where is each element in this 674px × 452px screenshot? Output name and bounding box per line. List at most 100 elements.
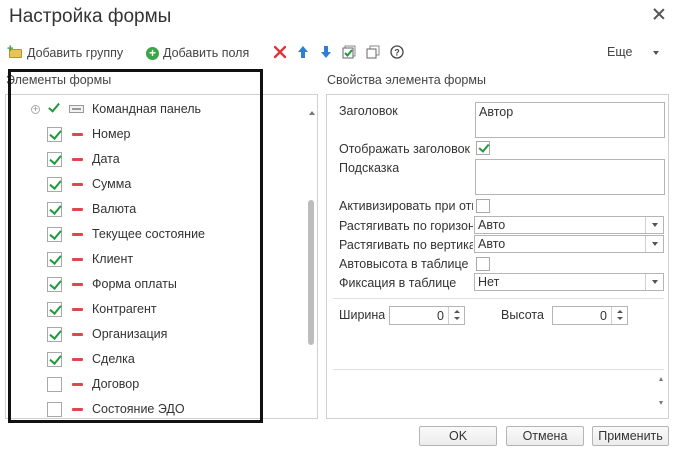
show-header-checkbox[interactable]: [476, 141, 490, 155]
tree-item-checkbox[interactable]: [47, 227, 62, 242]
header-input[interactable]: Автор: [475, 102, 665, 138]
hint-input[interactable]: [475, 159, 665, 195]
tree-scrollbar-thumb[interactable]: [308, 200, 314, 345]
tree-item-checkbox[interactable]: [47, 152, 62, 167]
add-group-button[interactable]: + Добавить группу: [7, 44, 123, 62]
tree-row[interactable]: Форма оплаты: [6, 272, 302, 297]
scroll-down-arrow[interactable]: [659, 401, 663, 405]
header-label: Заголовок: [339, 104, 398, 118]
activate-label: Активизировать при отк: [339, 199, 473, 213]
check-icon[interactable]: [48, 100, 60, 113]
stretch-horizontal-select[interactable]: Авто: [474, 216, 664, 234]
fix-in-table-select[interactable]: Нет: [474, 273, 664, 291]
tree-item-checkbox[interactable]: [47, 377, 62, 392]
add-field-button[interactable]: + Добавить поля: [146, 44, 249, 62]
tree-item-checkbox[interactable]: [47, 327, 62, 342]
tree-item-checkbox[interactable]: [47, 202, 62, 217]
width-value: 0: [437, 309, 444, 323]
tree-row[interactable]: Сделка: [6, 347, 302, 372]
uncheck-all-icon[interactable]: [366, 45, 380, 59]
form-elements-label: Элементы формы: [6, 73, 112, 87]
check-all-icon[interactable]: [342, 45, 356, 59]
plus-circle-icon: +: [146, 46, 159, 60]
field-icon: [72, 383, 83, 386]
command-panel-icon: [69, 105, 84, 113]
field-icon: [72, 408, 83, 411]
tree-row[interactable]: Контрагент: [6, 297, 302, 322]
tree-item-label: Командная панель: [92, 102, 202, 116]
field-icon: [72, 183, 83, 186]
more-menu-button[interactable]: Еще: [607, 45, 632, 59]
width-label: Ширина: [339, 308, 386, 322]
chevron-down-icon[interactable]: [645, 217, 663, 233]
tree-item-checkbox[interactable]: [47, 352, 62, 367]
auto-height-checkbox[interactable]: [476, 257, 490, 271]
height-spinner[interactable]: 0: [552, 306, 628, 325]
field-icon: [72, 283, 83, 286]
tree-item-checkbox[interactable]: [47, 177, 62, 192]
arrow-down-icon[interactable]: [319, 45, 333, 59]
expand-icon[interactable]: +: [31, 105, 40, 114]
chevron-down-icon[interactable]: [653, 51, 659, 55]
tree-item-label: Дата: [92, 152, 120, 166]
tree-item-label: Валюта: [92, 202, 137, 216]
tree-item-label: Сделка: [92, 352, 135, 366]
field-icon: [72, 133, 83, 136]
show-header-label: Отображать заголовок: [339, 142, 471, 156]
form-elements-tree[interactable]: + Командная панель Номер Дата Сумма Валю…: [5, 94, 318, 419]
svg-text:?: ?: [394, 48, 400, 58]
tree-item-label: Организация: [92, 327, 168, 341]
scroll-up-arrow[interactable]: [309, 111, 315, 115]
close-icon[interactable]: [650, 5, 668, 23]
toolbar: + Добавить группу + Добавить поля ? Еще: [0, 40, 674, 66]
chevron-down-icon[interactable]: [645, 274, 663, 290]
stretch-vertical-select[interactable]: Авто: [474, 235, 664, 253]
window-title: Настройка формы: [9, 6, 172, 27]
tree-row[interactable]: Сумма: [6, 172, 302, 197]
field-icon: [72, 258, 83, 261]
tree-item-checkbox[interactable]: [47, 302, 62, 317]
tree-row[interactable]: Клиент: [6, 247, 302, 272]
tree-row[interactable]: Дата: [6, 147, 302, 172]
tree-item-checkbox[interactable]: [47, 277, 62, 292]
tree-row[interactable]: Текущее состояние: [6, 222, 302, 247]
hint-label: Подсказка: [339, 161, 400, 175]
spinner-arrows-icon[interactable]: [448, 307, 464, 324]
tree-row[interactable]: Номер: [6, 122, 302, 147]
element-properties-label: Свойства элемента формы: [327, 73, 486, 87]
activate-checkbox[interactable]: [476, 199, 490, 213]
tree-item-label: Клиент: [92, 252, 134, 266]
properties-panel: Заголовок Автор Отображать заголовок Под…: [326, 94, 669, 419]
scroll-up-arrow[interactable]: [659, 377, 663, 381]
tree-row[interactable]: Договор: [6, 372, 302, 397]
stretch-horizontal-value: Авто: [478, 218, 506, 232]
divider: [333, 369, 664, 370]
tree-item-checkbox[interactable]: [47, 127, 62, 142]
field-icon: [72, 358, 83, 361]
chevron-down-icon[interactable]: [645, 236, 663, 252]
divider: [333, 298, 664, 299]
tree-item-checkbox[interactable]: [47, 402, 62, 417]
stretch-horizontal-label: Растягивать по горизон: [339, 219, 473, 233]
tree-row[interactable]: Валюта: [6, 197, 302, 222]
width-spinner[interactable]: 0: [389, 306, 465, 325]
ok-button[interactable]: OK: [419, 426, 497, 446]
tree-row[interactable]: Состояние ЭДО: [6, 397, 302, 418]
help-icon[interactable]: ?: [390, 45, 404, 59]
field-icon: [72, 308, 83, 311]
tree-row-command-panel[interactable]: + Командная панель: [6, 97, 302, 122]
field-icon: [72, 208, 83, 211]
arrow-up-icon[interactable]: [296, 45, 310, 59]
tree-item-label: Договор: [92, 377, 140, 391]
tree-item-label: Состояние ЭДО: [92, 402, 185, 416]
tree-item-checkbox[interactable]: [47, 252, 62, 267]
tree-item-label: Форма оплаты: [92, 277, 177, 291]
field-icon: [72, 158, 83, 161]
apply-button[interactable]: Применить: [592, 426, 669, 446]
title-bar: Настройка формы: [0, 0, 674, 36]
field-icon: [72, 233, 83, 236]
tree-row[interactable]: Организация: [6, 322, 302, 347]
delete-icon[interactable]: [273, 45, 287, 59]
cancel-button[interactable]: Отмена: [506, 426, 584, 446]
spinner-arrows-icon[interactable]: [611, 307, 627, 324]
